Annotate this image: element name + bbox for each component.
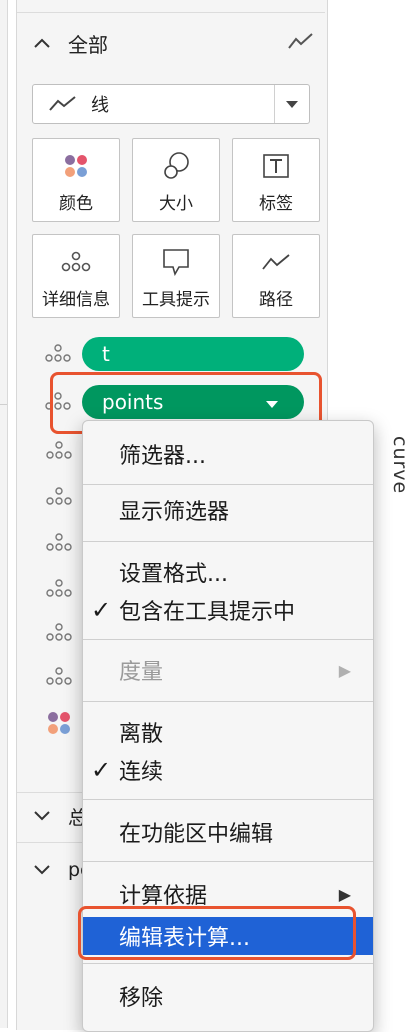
color-card[interactable]: 颜色 — [32, 138, 120, 222]
menu-item-include-tooltip[interactable]: ✓ 包含在工具提示中 — [83, 591, 373, 629]
mark-type-dropdown[interactable]: 线 — [32, 84, 310, 124]
chevron-up-icon[interactable] — [30, 31, 54, 55]
menu-item-remove[interactable]: 移除 — [83, 977, 373, 1015]
color-card-label: 颜色 — [59, 194, 93, 214]
menu-item-show-filter[interactable]: 显示筛选器 — [83, 491, 373, 529]
line-mark-icon — [288, 32, 314, 54]
menu-separator — [83, 963, 373, 964]
menu-item-format[interactable]: 设置格式... — [83, 553, 373, 591]
checkmark-icon: ✓ — [90, 596, 112, 624]
color-dots-icon — [46, 710, 74, 742]
menu-item-discrete-label: 离散 — [119, 722, 164, 747]
chevron-down-icon[interactable] — [30, 811, 54, 821]
panel-divider — [17, 12, 325, 13]
menu-item-show-filter-label: 显示筛选器 — [119, 500, 230, 525]
field-pill-t[interactable]: t — [82, 337, 304, 371]
field-row-t: t — [40, 336, 310, 372]
label-card[interactable]: 标签 — [232, 138, 320, 222]
marks-all-title: 全部 — [68, 32, 108, 57]
detail-dots-icon — [44, 532, 74, 558]
detail-dots-icon — [44, 666, 74, 692]
detail-dots-icon — [40, 343, 76, 365]
path-card[interactable]: 路径 — [232, 234, 320, 318]
menu-item-continuous-label: 连续 — [119, 760, 164, 785]
tooltip-card-label: 工具提示 — [142, 290, 210, 310]
menu-item-format-label: 设置格式... — [119, 562, 228, 587]
outer-frame — [0, 0, 8, 1028]
label-card-label: 标签 — [259, 194, 293, 214]
edit-table-calc-highlight — [78, 906, 356, 960]
menu-separator — [83, 639, 373, 640]
menu-separator — [83, 701, 373, 702]
detail-dots-icon — [44, 486, 74, 512]
detail-dots-icon — [44, 440, 74, 466]
marks-all-header[interactable]: 全部 — [30, 22, 320, 64]
detail-card-label: 详细信息 — [42, 290, 110, 310]
curve-axis-label: curve — [389, 436, 411, 495]
text-label-icon — [263, 151, 289, 181]
menu-item-include-tooltip-label: 包含在工具提示中 — [119, 600, 296, 625]
menu-separator — [83, 541, 373, 542]
menu-item-continuous[interactable]: ✓ 连续 — [83, 751, 373, 789]
mark-type-label: 线 — [91, 95, 109, 116]
menu-separator — [83, 799, 373, 800]
menu-item-filter[interactable]: 筛选器... — [83, 435, 373, 473]
detail-dots-icon — [44, 622, 74, 648]
size-circles-icon — [161, 151, 191, 181]
menu-item-discrete[interactable]: 离散 — [83, 713, 373, 751]
menu-item-remove-label: 移除 — [119, 986, 164, 1011]
menu-item-measure-label: 度量 — [119, 660, 164, 685]
size-card-label: 大小 — [159, 194, 193, 214]
size-card[interactable]: 大小 — [132, 138, 220, 222]
menu-item-measure: 度量 ▶ — [83, 651, 373, 689]
submenu-arrow-icon: ▶ — [338, 884, 351, 904]
path-card-label: 路径 — [259, 290, 293, 310]
detail-dots-icon — [44, 578, 74, 604]
tooltip-card[interactable]: 工具提示 — [132, 234, 220, 318]
menu-separator — [83, 861, 373, 862]
detail-dots-icon — [60, 247, 92, 277]
menu-item-filter-label: 筛选器... — [119, 444, 206, 469]
frame-divider — [0, 404, 7, 405]
line-mark-icon — [49, 95, 77, 113]
path-line-icon — [261, 247, 291, 277]
submenu-arrow-icon: ▶ — [338, 660, 351, 680]
detail-card[interactable]: 详细信息 — [32, 234, 120, 318]
color-dots-icon — [62, 151, 90, 181]
menu-separator — [83, 484, 373, 485]
checkmark-icon: ✓ — [90, 756, 112, 784]
menu-item-edit-in-shelf[interactable]: 在功能区中编辑 — [83, 813, 373, 851]
chevron-down-icon[interactable] — [30, 865, 54, 875]
menu-item-edit-in-shelf-label: 在功能区中编辑 — [119, 822, 274, 847]
tooltip-icon — [162, 247, 190, 277]
chevron-down-icon[interactable] — [274, 85, 309, 123]
field-pill-t-label: t — [102, 342, 110, 366]
